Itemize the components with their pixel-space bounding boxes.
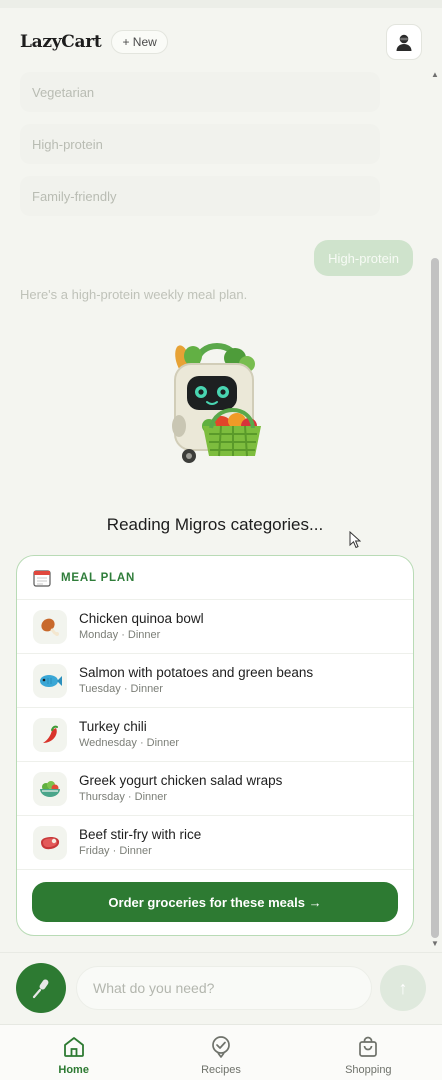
new-chat-button[interactable]: + New [111, 30, 168, 54]
meal-name: Salmon with potatoes and green beans [79, 665, 314, 680]
option-family-friendly[interactable]: Family-friendly [20, 176, 380, 216]
nav-home[interactable]: Home [0, 1025, 147, 1080]
meal-item[interactable]: Turkey chili Wednesday · Dinner [17, 708, 413, 762]
user-avatar-icon [396, 34, 412, 51]
order-groceries-button[interactable]: Order groceries for these meals → [32, 882, 398, 922]
meal-item[interactable]: Chicken quinoa bowl Monday · Dinner [17, 600, 413, 654]
user-message-bubble: High-protein [314, 240, 413, 276]
meal-day: Tuesday · Dinner [79, 683, 163, 695]
meal-name: Beef stir-fry with rice [79, 827, 202, 842]
chat-input[interactable] [76, 966, 372, 1010]
mouse-cursor-icon [349, 531, 361, 549]
scroll-up-arrow[interactable]: ▲ [430, 70, 440, 80]
send-button[interactable]: ↑ [380, 965, 426, 1011]
microphone-button[interactable] [16, 963, 66, 1013]
calendar-icon [33, 569, 51, 587]
meal-name: Turkey chili [79, 719, 147, 734]
meal-day: Friday · Dinner [79, 845, 152, 857]
meal-name: Chicken quinoa bowl [79, 611, 204, 626]
meal-day: Thursday · Dinner [79, 791, 168, 803]
nav-label: Home [58, 1064, 89, 1076]
profile-button[interactable] [386, 24, 422, 60]
meal-item[interactable]: Salmon with potatoes and green beans Tue… [17, 654, 413, 708]
app-header: LazyCart + New [20, 22, 422, 62]
app-logo[interactable]: LazyCart [20, 32, 102, 52]
nav-label: Recipes [201, 1064, 241, 1076]
nav-label: Shopping [345, 1064, 392, 1076]
option-high-protein[interactable]: High-protein [20, 124, 380, 164]
microphone-icon [32, 979, 49, 999]
top-edge [0, 0, 442, 8]
meal-day: Wednesday · Dinner [79, 737, 180, 749]
meal-plan-title: MEAL PLAN [61, 571, 136, 584]
assistant-message: Here's a high-protein weekly meal plan. [20, 287, 248, 302]
drumstick-icon [33, 609, 67, 644]
mascot-shopping-bag-robot [172, 343, 261, 463]
meal-day: Monday · Dinner [79, 629, 161, 641]
shopping-bag-icon [359, 1036, 378, 1057]
scroll-down-arrow[interactable]: ▼ [430, 939, 440, 949]
meal-plan-card: MEAL PLAN Chicken quinoa bowl Monday · D… [16, 555, 414, 936]
home-icon [63, 1037, 84, 1057]
scrollbar-thumb[interactable] [431, 258, 439, 938]
nav-recipes[interactable]: Recipes [147, 1025, 294, 1080]
option-vegetarian[interactable]: Vegetarian [20, 72, 380, 112]
meal-name: Greek yogurt chicken salad wraps [79, 773, 283, 788]
meal-plan-header: MEAL PLAN [17, 556, 413, 600]
salad-bowl-icon [33, 771, 67, 806]
meal-item[interactable]: Beef stir-fry with rice Friday · Dinner [17, 816, 413, 870]
meal-item[interactable]: Greek yogurt chicken salad wraps Thursda… [17, 762, 413, 816]
status-text: Reading Migros categories... [106, 515, 324, 534]
steak-icon [33, 825, 67, 860]
chili-pepper-icon [33, 717, 67, 752]
recipes-icon [212, 1036, 230, 1058]
bottom-navigation: Home Recipes Shopping [0, 1024, 442, 1080]
nav-shopping[interactable]: Shopping [295, 1025, 442, 1080]
fish-icon [33, 663, 67, 698]
